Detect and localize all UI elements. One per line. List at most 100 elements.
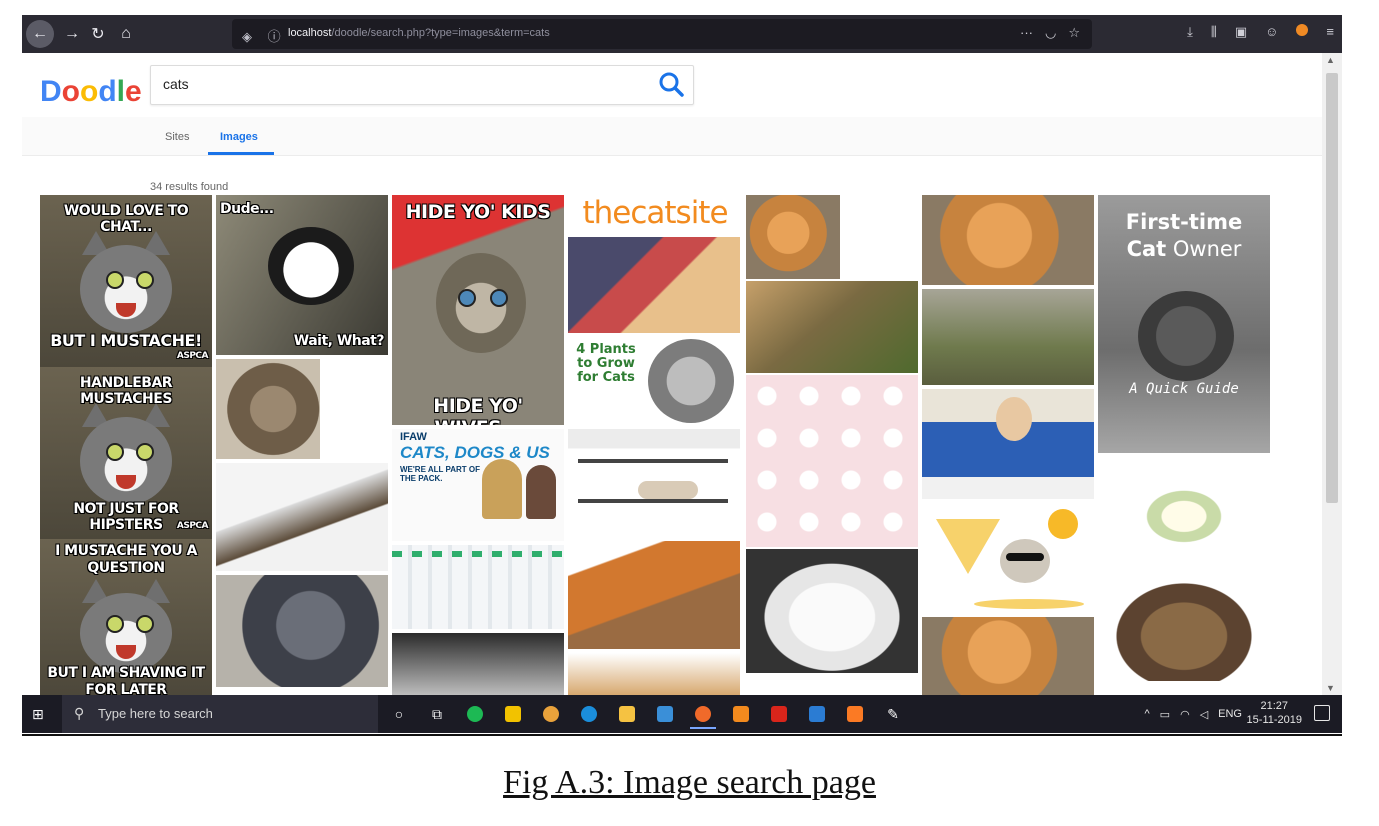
media-player-icon[interactable] bbox=[652, 701, 678, 729]
bottle-caps bbox=[392, 551, 564, 557]
image-result-cat-fur[interactable] bbox=[392, 633, 564, 695]
sticky-notes-icon[interactable] bbox=[500, 701, 526, 729]
chrome-icon[interactable] bbox=[538, 701, 564, 729]
image-result-orange-cat-box-2[interactable] bbox=[922, 195, 1094, 285]
system-tray: ^ ▭ ◠ ◁ ENG bbox=[1145, 708, 1243, 721]
tracking-shield-icon[interactable]: ◈ ⓘ bbox=[242, 26, 287, 45]
menu-icon[interactable]: ≡ bbox=[1326, 24, 1334, 40]
cat-face bbox=[268, 227, 354, 305]
dog-figure bbox=[482, 459, 522, 519]
bookmark-star-icon[interactable]: ☆ bbox=[1068, 25, 1080, 41]
image-result-first-time-cat-owner[interactable]: First-time Cat Owner A Quick Guide bbox=[1098, 195, 1270, 453]
image-result-cat-in-drawer[interactable] bbox=[216, 463, 388, 571]
image-result-maine-coon[interactable] bbox=[216, 359, 320, 459]
word-icon[interactable] bbox=[804, 701, 830, 729]
task-view-icon[interactable]: ⧉ bbox=[424, 701, 450, 729]
forward-icon[interactable]: → bbox=[58, 20, 86, 48]
cat-eye bbox=[136, 443, 154, 461]
image-result-hide-yo-kids[interactable]: HIDE YO' KIDS HIDE YO' WIVES... bbox=[392, 195, 564, 425]
cat-face bbox=[436, 253, 526, 353]
page-scrollbar[interactable]: ▲ ▼ bbox=[1322, 53, 1342, 695]
image-result-grey-tabby[interactable] bbox=[216, 575, 388, 687]
spotify-icon[interactable] bbox=[462, 701, 488, 729]
extension-icon[interactable] bbox=[1296, 24, 1309, 36]
wifi-icon[interactable]: ◠ bbox=[1180, 708, 1190, 721]
cat-eye bbox=[136, 271, 154, 289]
image-result-lilies[interactable] bbox=[1098, 457, 1270, 565]
image-result-orange-cat-box-3[interactable] bbox=[922, 617, 1094, 695]
firefox-icon[interactable] bbox=[690, 701, 716, 729]
cat-eye bbox=[490, 289, 508, 307]
sidebar-icon[interactable]: ▣ bbox=[1235, 24, 1247, 40]
xampp-icon[interactable] bbox=[842, 701, 868, 729]
image-result-pink-cat-pattern[interactable] bbox=[746, 375, 918, 547]
shelf bbox=[578, 459, 728, 463]
windows-taskbar: ⊞ ⚲ Type here to search ○ ⧉ ✎ ^ ▭ ◠ ◁ EN… bbox=[22, 695, 1342, 733]
image-result-kitten-litter-box[interactable] bbox=[922, 389, 1094, 499]
search-input[interactable] bbox=[161, 75, 635, 93]
tab-sites[interactable]: Sites bbox=[165, 131, 189, 143]
image-result-white-cat[interactable] bbox=[746, 549, 918, 673]
site-logo[interactable]: Doodle bbox=[40, 75, 142, 109]
cat-eye bbox=[106, 615, 124, 633]
image-result-cats-in-box[interactable] bbox=[568, 541, 740, 649]
taskbar-apps: ○ ⧉ ✎ bbox=[386, 701, 906, 729]
image-result-orange-cat[interactable] bbox=[568, 653, 740, 695]
scroll-up-icon[interactable]: ▲ bbox=[1326, 55, 1335, 65]
ground bbox=[974, 599, 1084, 609]
image-result-orange-cat-box-1[interactable] bbox=[746, 195, 840, 279]
notification-icon[interactable] bbox=[1314, 705, 1330, 721]
library-icon[interactable]: ⫼ bbox=[1211, 24, 1217, 40]
taskbar-search-box[interactable]: ⚲ Type here to search bbox=[62, 695, 378, 733]
file-explorer-icon[interactable] bbox=[614, 701, 640, 729]
cat-eye bbox=[106, 271, 124, 289]
image-result-ifaw-poster[interactable]: IFAW CATS, DOGS & US WE'RE ALL PART OF T… bbox=[392, 429, 564, 541]
image-result-thecatsite[interactable]: thecatsite bbox=[568, 195, 742, 235]
acrobat-icon[interactable] bbox=[766, 701, 792, 729]
image-result-cartoon-cat[interactable] bbox=[922, 503, 1094, 615]
image-result-cat-bottles[interactable] bbox=[392, 545, 564, 629]
image-result-meme-2[interactable]: HANDLEBAR MUSTACHES NOT JUST FOR HIPSTER… bbox=[40, 367, 212, 539]
image-result-dude-cat[interactable]: Dude... Wait, What? bbox=[216, 195, 388, 355]
umbrella bbox=[936, 519, 1000, 574]
edge-icon[interactable] bbox=[576, 701, 602, 729]
cat-face bbox=[1138, 291, 1234, 381]
image-result-cats-on-blanket[interactable] bbox=[568, 237, 740, 333]
search-icon: ⚲ bbox=[74, 705, 85, 721]
url-text[interactable]: localhost/doodle/search.php?type=images&… bbox=[288, 27, 550, 39]
cat-face bbox=[80, 417, 172, 505]
address-bar[interactable]: ◈ ⓘ localhost/doodle/search.php?type=ima… bbox=[232, 19, 1092, 49]
child-figure bbox=[526, 465, 556, 519]
search-icon[interactable] bbox=[657, 71, 685, 99]
image-result-cat-on-shelf[interactable] bbox=[568, 429, 740, 537]
image-result-meme-1[interactable]: WOULD LOVE TO CHAT... BUT I MUSTACHE! AS… bbox=[40, 195, 212, 367]
tab-images[interactable]: Images bbox=[220, 131, 258, 143]
paint-icon[interactable]: ✎ bbox=[880, 701, 906, 729]
home-icon[interactable]: ⌂ bbox=[112, 20, 140, 48]
scrollbar-thumb[interactable] bbox=[1326, 73, 1338, 503]
image-result-4-plants[interactable]: 4 Plants to Grow for Cats bbox=[568, 335, 740, 427]
account-icon[interactable]: ☺ bbox=[1265, 24, 1278, 40]
download-icon[interactable]: ⤓ bbox=[1187, 24, 1193, 40]
cat-eye bbox=[458, 289, 476, 307]
pocket-icon[interactable]: ◡ bbox=[1045, 25, 1056, 41]
windows-start-icon[interactable]: ⊞ bbox=[32, 706, 48, 722]
reload-icon[interactable]: ↻ bbox=[84, 20, 112, 48]
cortana-icon[interactable]: ○ bbox=[386, 701, 412, 729]
sublime-text-icon[interactable] bbox=[728, 701, 754, 729]
cat-face bbox=[996, 397, 1032, 441]
chevron-up-icon[interactable]: ^ bbox=[1145, 708, 1150, 721]
image-result-tabby-cat[interactable] bbox=[1098, 569, 1270, 681]
volume-icon[interactable]: ◁ bbox=[1200, 708, 1208, 721]
image-result-garden-cats[interactable] bbox=[922, 289, 1094, 385]
browser-toolbar: ← → ↻ ⌂ ◈ ⓘ localhost/doodle/search.php?… bbox=[22, 15, 1342, 53]
taskbar-clock[interactable]: 21:27 15-11-2019 bbox=[1247, 699, 1302, 727]
back-icon[interactable]: ← bbox=[26, 20, 54, 48]
battery-icon[interactable]: ▭ bbox=[1160, 708, 1170, 721]
more-icon[interactable]: ··· bbox=[1020, 25, 1033, 41]
scroll-down-icon[interactable]: ▼ bbox=[1326, 683, 1335, 693]
search-tabs: Sites Images bbox=[22, 117, 1322, 156]
image-result-meme-3[interactable]: I MUSTACHE YOU A QUESTION BUT I AM SHAVI… bbox=[40, 539, 212, 699]
image-result-cats-sleeping[interactable] bbox=[746, 281, 918, 373]
language-indicator[interactable]: ENG bbox=[1218, 708, 1242, 721]
